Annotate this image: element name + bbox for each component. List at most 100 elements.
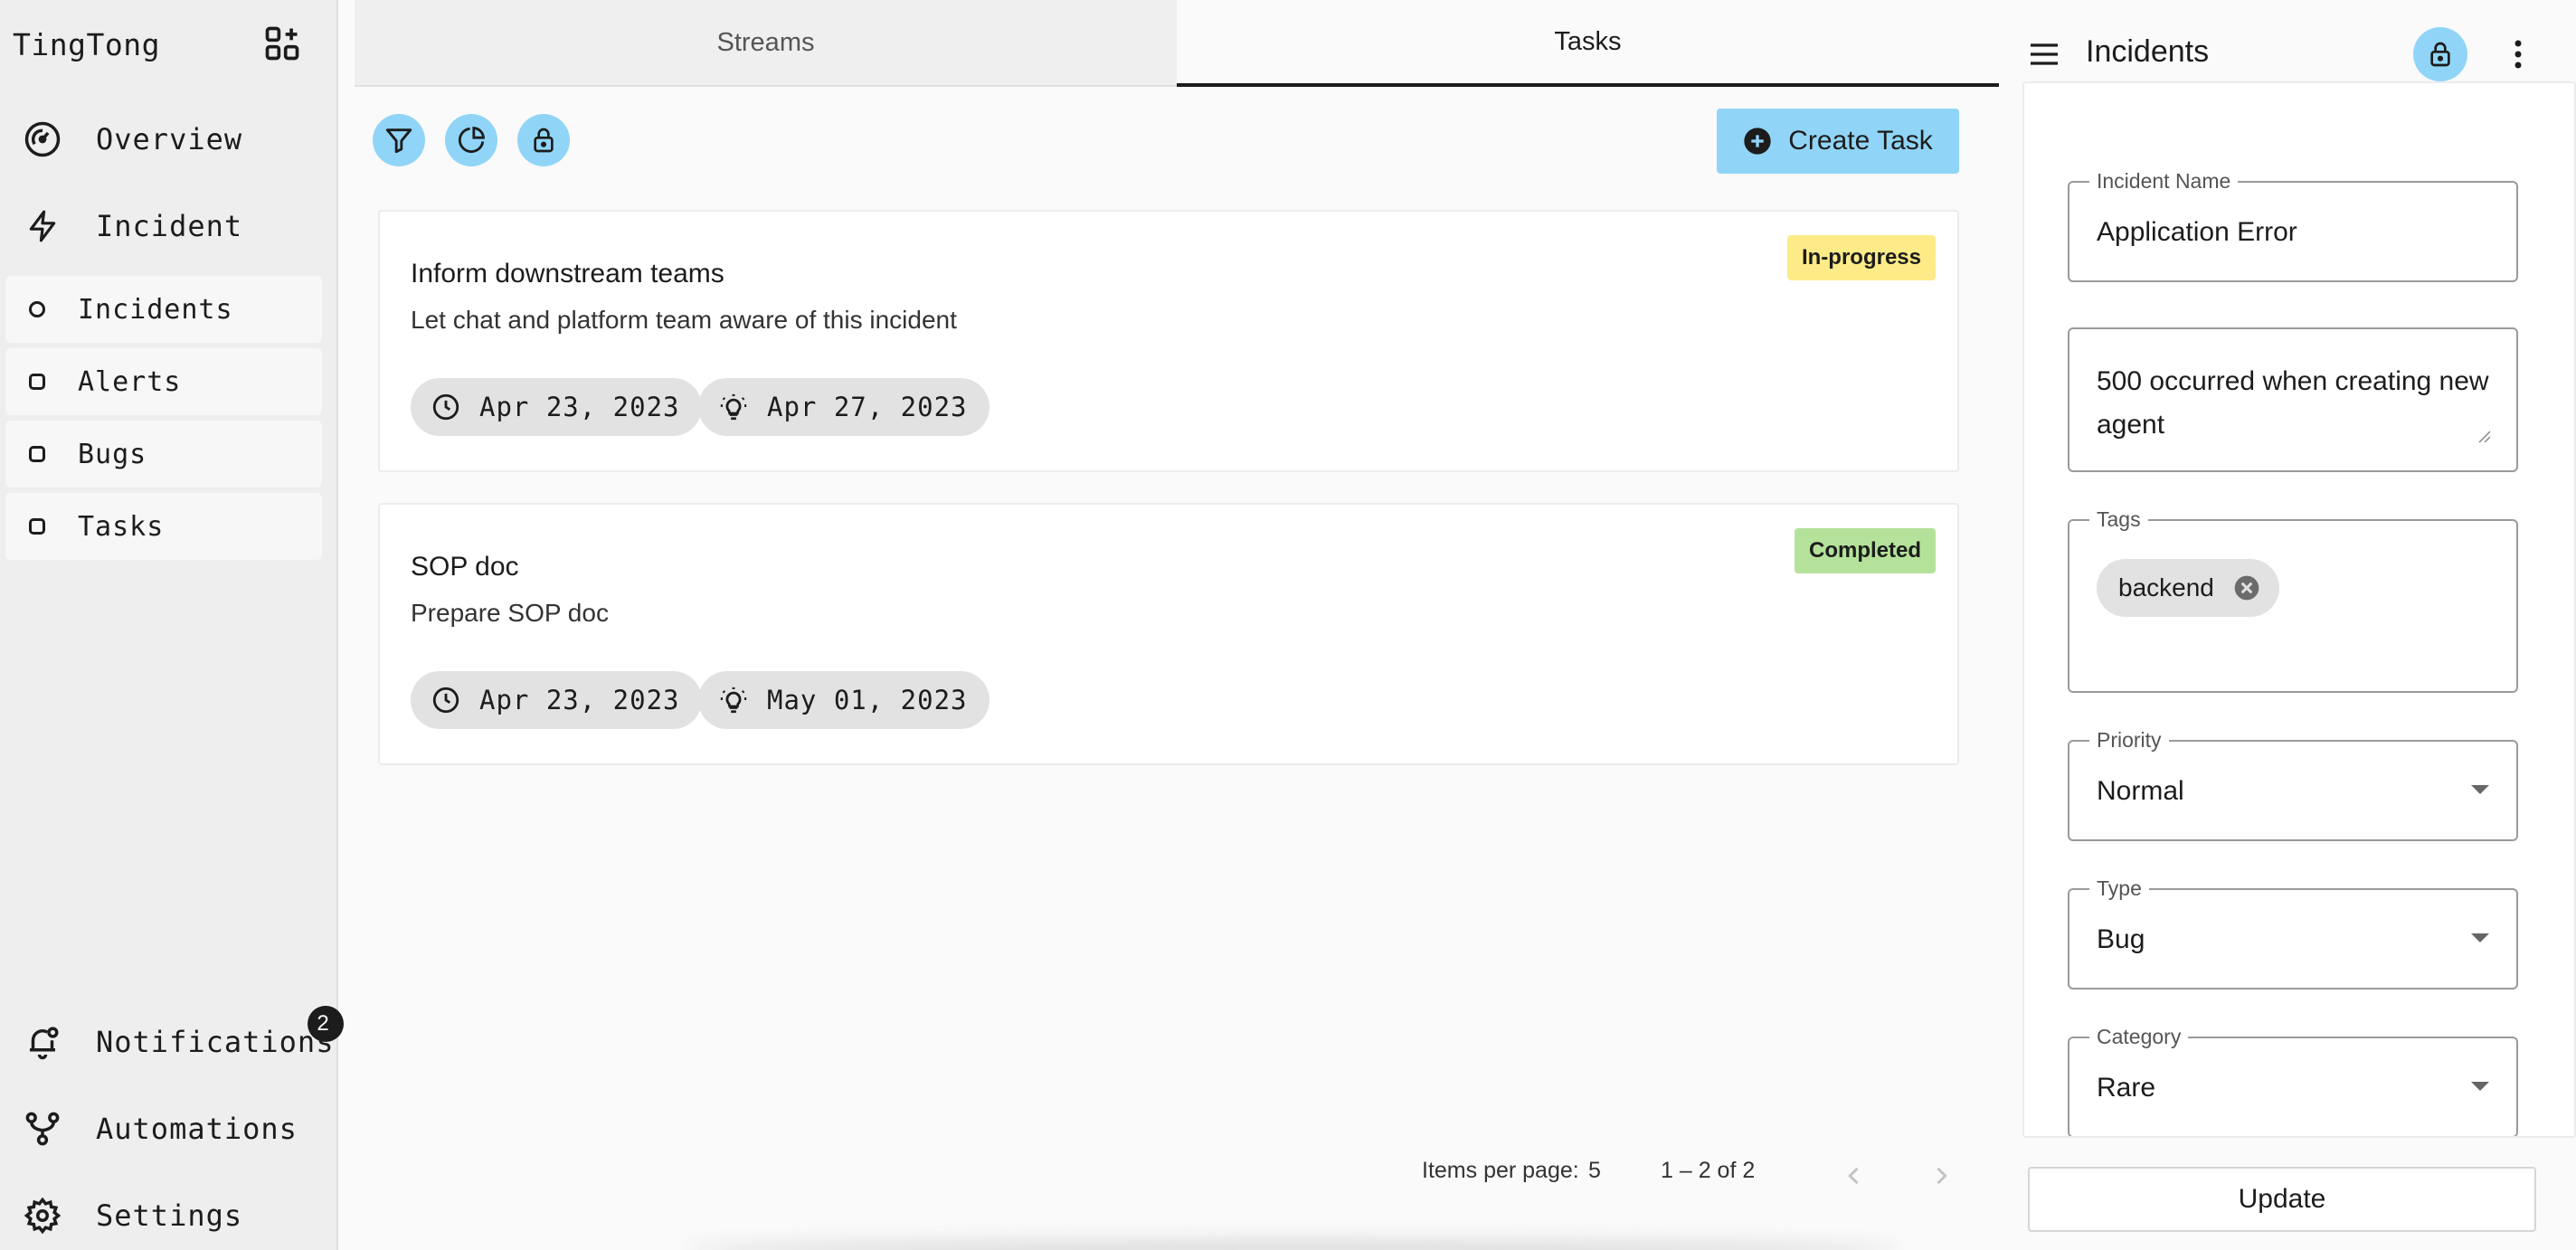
sidebar-item-overview[interactable]: Overview bbox=[0, 105, 338, 174]
gear-icon bbox=[22, 1195, 63, 1236]
sidebar-item-label: Settings bbox=[96, 1198, 243, 1233]
incident-name-field[interactable]: Incident Name Application Error bbox=[2068, 169, 2518, 282]
square-bullet-icon bbox=[29, 446, 45, 462]
start-date-chip: Apr 23, 2023 bbox=[411, 378, 702, 436]
create-task-button[interactable]: Create Task bbox=[1717, 109, 1959, 174]
priority-value: Normal bbox=[2097, 776, 2184, 806]
chevron-left-icon bbox=[1848, 1167, 1859, 1185]
bolt-icon bbox=[22, 205, 63, 247]
resize-handle-icon bbox=[2478, 431, 2491, 443]
field-label: Category bbox=[2089, 1025, 2189, 1049]
apps-add-icon bbox=[265, 26, 299, 61]
status-badge: Completed bbox=[1794, 528, 1936, 573]
main-content: Streams Tasks Create Task Inform downstr… bbox=[355, 0, 1999, 1250]
field-label: Priority bbox=[2089, 728, 2169, 753]
type-value: Bug bbox=[2097, 924, 2145, 954]
start-date: Apr 23, 2023 bbox=[479, 392, 680, 422]
menu-button[interactable] bbox=[2024, 34, 2064, 74]
task-card[interactable]: SOP doc Prepare SOP doc Completed Apr 23… bbox=[378, 503, 1959, 765]
lock-icon bbox=[534, 128, 554, 153]
prev-page-button[interactable] bbox=[1836, 1158, 1872, 1194]
status-badge: In-progress bbox=[1786, 235, 1936, 280]
sidebar-item-label: Incident bbox=[96, 209, 243, 243]
tags-field[interactable]: Tags backend bbox=[2068, 507, 2518, 693]
sidebar-subitem-label: Incidents bbox=[78, 293, 233, 326]
items-per-page-label: Items per page: bbox=[1422, 1158, 1579, 1183]
sidebar-subitem-label: Tasks bbox=[78, 510, 165, 543]
circle-bullet-icon bbox=[29, 301, 45, 317]
sidebar-subitem-incidents[interactable]: Incidents bbox=[5, 276, 322, 343]
lightbulb-icon bbox=[720, 393, 747, 421]
panel-title: Incidents bbox=[2086, 34, 2210, 69]
sidebar-item-label: Automations bbox=[96, 1112, 298, 1146]
create-task-label: Create Task bbox=[1788, 126, 1933, 156]
task-description: Let chat and platform team aware of this… bbox=[411, 306, 957, 334]
next-page-button[interactable] bbox=[1923, 1158, 1959, 1194]
tab-bar: Streams Tasks bbox=[355, 0, 1999, 87]
description-textarea[interactable]: 500 occurred when creating new agent bbox=[2097, 360, 2495, 447]
panel-lock-button[interactable] bbox=[2413, 27, 2467, 81]
dropdown-arrow-icon bbox=[2471, 785, 2489, 794]
category-select[interactable]: Category Rare bbox=[2068, 1025, 2518, 1136]
square-bullet-icon bbox=[29, 518, 45, 535]
description-field[interactable]: 500 occurred when creating new agent bbox=[2068, 327, 2518, 472]
tag-chip: backend bbox=[2097, 559, 2279, 617]
incident-panel: Incidents Incident Name Application Erro… bbox=[1999, 0, 2576, 1250]
apps-add-button[interactable] bbox=[260, 22, 304, 65]
due-date-chip: Apr 27, 2023 bbox=[698, 378, 990, 436]
due-date: Apr 27, 2023 bbox=[767, 392, 968, 422]
due-date-chip: May 01, 2023 bbox=[698, 671, 990, 729]
sidebar-subitem-label: Alerts bbox=[78, 365, 182, 398]
task-title: Inform downstream teams bbox=[411, 259, 724, 289]
lock-button[interactable] bbox=[517, 114, 570, 166]
remove-tag-icon[interactable] bbox=[2232, 573, 2261, 602]
field-label: Type bbox=[2089, 876, 2149, 901]
lock-icon bbox=[2430, 42, 2450, 67]
sidebar: TingTong Overview Incident Incidents Ale… bbox=[0, 0, 344, 1250]
dropdown-arrow-icon bbox=[2471, 933, 2489, 942]
lightbulb-icon bbox=[720, 687, 747, 714]
tab-tasks[interactable]: Tasks bbox=[1177, 0, 1999, 87]
sidebar-subitem-bugs[interactable]: Bugs bbox=[5, 421, 322, 488]
category-value: Rare bbox=[2097, 1073, 2156, 1103]
tab-streams[interactable]: Streams bbox=[355, 0, 1177, 87]
type-select[interactable]: Type Bug bbox=[2068, 876, 2518, 990]
task-title: SOP doc bbox=[411, 552, 519, 582]
field-label: Incident Name bbox=[2089, 169, 2239, 194]
more-vertical-icon bbox=[2514, 40, 2522, 69]
more-options-button[interactable] bbox=[2500, 34, 2536, 74]
field-label: Tags bbox=[2089, 507, 2148, 532]
sidebar-item-label: Notifications bbox=[96, 1025, 335, 1059]
incident-form: Incident Name Application Error 500 occu… bbox=[2022, 81, 2576, 1138]
speedometer-icon bbox=[22, 118, 63, 160]
dropdown-arrow-icon bbox=[2471, 1082, 2489, 1091]
sidebar-item-incident[interactable]: Incident bbox=[0, 192, 338, 260]
sidebar-subitem-tasks[interactable]: Tasks bbox=[5, 493, 322, 560]
due-date: May 01, 2023 bbox=[767, 685, 968, 715]
notification-count-badge: 2 bbox=[308, 1006, 344, 1042]
filter-button[interactable] bbox=[373, 114, 425, 166]
clock-icon bbox=[432, 687, 459, 714]
priority-select[interactable]: Priority Normal bbox=[2068, 728, 2518, 841]
sidebar-item-notifications[interactable]: Notifications bbox=[0, 1008, 338, 1076]
task-card[interactable]: Inform downstream teams Let chat and pla… bbox=[378, 210, 1959, 472]
filter-icon bbox=[385, 128, 412, 154]
workflow-icon bbox=[22, 1108, 63, 1150]
start-date: Apr 23, 2023 bbox=[479, 685, 680, 715]
update-button[interactable]: Update bbox=[2028, 1167, 2536, 1232]
sidebar-item-settings[interactable]: Settings bbox=[0, 1181, 338, 1250]
chart-button[interactable] bbox=[445, 114, 497, 166]
sidebar-item-label: Overview bbox=[96, 122, 243, 156]
start-date-chip: Apr 23, 2023 bbox=[411, 671, 702, 729]
tag-label: backend bbox=[2118, 573, 2214, 601]
pagination-range: 1 – 2 of 2 bbox=[1661, 1158, 1756, 1183]
hamburger-icon bbox=[2031, 43, 2058, 65]
bell-icon bbox=[22, 1021, 63, 1063]
items-per-page-select[interactable]: 5 bbox=[1588, 1158, 1601, 1184]
task-description: Prepare SOP doc bbox=[411, 599, 609, 627]
add-circle-icon bbox=[1744, 128, 1771, 155]
clock-icon bbox=[432, 393, 459, 421]
sidebar-subitem-alerts[interactable]: Alerts bbox=[5, 348, 322, 415]
sidebar-item-automations[interactable]: Automations bbox=[0, 1094, 338, 1163]
incident-name-input[interactable]: Application Error bbox=[2097, 217, 2297, 248]
